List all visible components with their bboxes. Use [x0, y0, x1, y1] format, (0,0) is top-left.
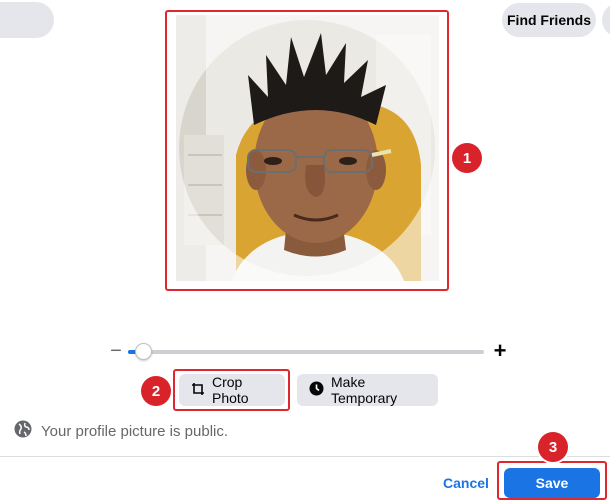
save-button[interactable]: Save [504, 468, 600, 498]
zoom-in-icon[interactable]: + [490, 340, 510, 362]
search-bar[interactable] [0, 2, 54, 38]
crop-photo-button[interactable]: Crop Photo [179, 374, 285, 406]
callout-1: 1 [452, 143, 482, 173]
footer-divider [0, 456, 610, 457]
clock-icon [309, 381, 324, 399]
zoom-slider[interactable] [128, 343, 484, 360]
make-temporary-button[interactable]: Make Temporary [297, 374, 438, 406]
make-temporary-label: Make Temporary [331, 374, 398, 406]
privacy-notice: Your profile picture is public. [14, 420, 228, 442]
crop-icon [191, 382, 205, 399]
find-friends-button[interactable]: Find Friends [502, 3, 596, 37]
zoom-slider-thumb[interactable] [135, 343, 152, 360]
callout-2: 2 [141, 376, 171, 406]
cancel-button[interactable]: Cancel [436, 468, 496, 498]
privacy-text: Your profile picture is public. [41, 422, 229, 440]
globe-icon [14, 420, 32, 442]
zoom-out-icon[interactable]: − [108, 341, 124, 361]
photo-highlight [165, 10, 449, 291]
crop-photo-label: Crop Photo [212, 374, 249, 406]
callout-3: 3 [538, 432, 568, 462]
menu-button[interactable] [602, 3, 610, 37]
